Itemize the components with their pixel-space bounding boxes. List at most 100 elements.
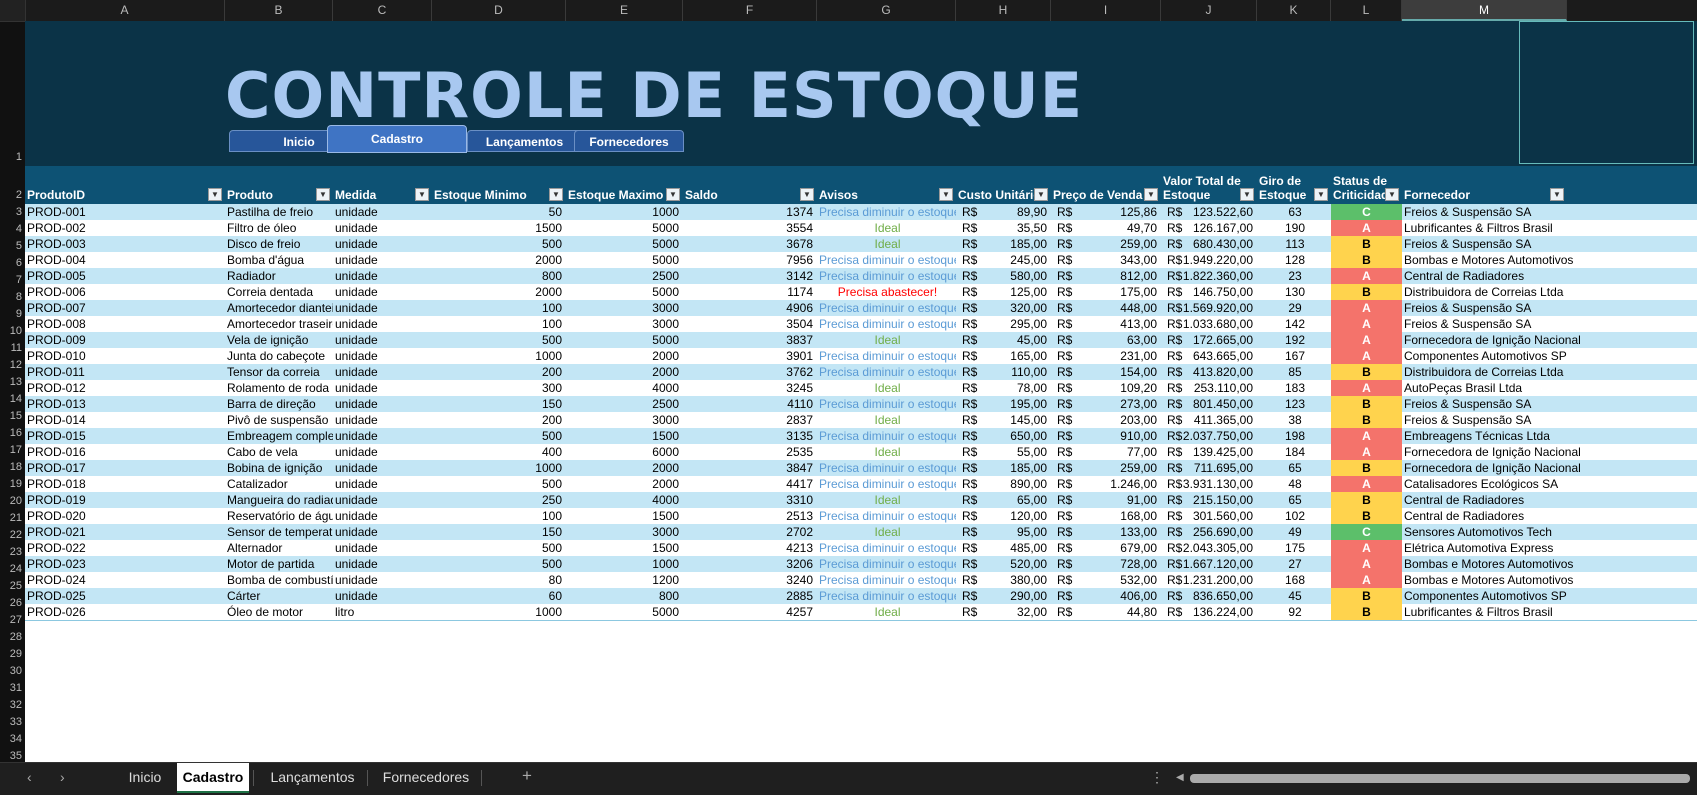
cell-custo[interactable]: R$ 195,00 <box>958 396 1051 412</box>
cell-preco[interactable]: R$ 109,20 <box>1053 380 1161 396</box>
cell-valor[interactable]: R$ 215.150,00 <box>1163 492 1257 508</box>
status-badge[interactable]: A <box>1331 572 1402 588</box>
cell-aviso[interactable]: Precisa diminuir o estoque <box>819 556 956 572</box>
table-row[interactable]: PROD-013 Barra de direção unidade 150 2500 41… <box>25 396 1697 413</box>
cell-max[interactable]: 2000 <box>568 348 683 364</box>
cell-produto[interactable]: Rolamento de roda <box>227 380 333 396</box>
table-row[interactable]: PROD-006 Correia dentada unidade 2000 5000 11… <box>25 284 1697 301</box>
cell-max[interactable]: 1500 <box>568 540 683 556</box>
cell-saldo[interactable]: 3142 <box>685 268 817 284</box>
cell-aviso[interactable]: Ideal <box>819 236 956 252</box>
cell-preco[interactable]: R$ 175,00 <box>1053 284 1161 300</box>
cell-aviso[interactable]: Ideal <box>819 524 956 540</box>
cell-medida[interactable]: unidade <box>335 588 432 604</box>
cell-valor[interactable]: R$ 301.560,00 <box>1163 508 1257 524</box>
cell-medida[interactable]: unidade <box>335 380 432 396</box>
cell-max[interactable]: 1000 <box>568 204 683 220</box>
col-G[interactable]: G <box>817 0 956 21</box>
cell-id[interactable]: PROD-024 <box>27 572 225 588</box>
cell-valor[interactable]: R$ 413.820,00 <box>1163 364 1257 380</box>
cell-aviso[interactable]: Precisa diminuir o estoque <box>819 300 956 316</box>
cell-medida[interactable]: unidade <box>335 220 432 236</box>
cell-medida[interactable]: unidade <box>335 348 432 364</box>
cell-medida[interactable]: unidade <box>335 476 432 492</box>
status-badge[interactable]: B <box>1331 364 1402 380</box>
horizontal-scrollbar[interactable] <box>1190 774 1690 783</box>
cell-aviso[interactable]: Ideal <box>819 604 956 620</box>
cell-giro[interactable]: 65 <box>1259 492 1331 508</box>
cell-fornecedor[interactable]: Embreagens Técnicas Ltda <box>1404 428 1694 444</box>
cell-max[interactable]: 2500 <box>568 268 683 284</box>
status-badge[interactable]: A <box>1331 300 1402 316</box>
cell-fornecedor[interactable]: Componentes Automotivos SP <box>1404 588 1694 604</box>
table-row[interactable]: PROD-005 Radiador unidade 800 2500 3142 Precis… <box>25 268 1697 285</box>
cell-min[interactable]: 500 <box>434 428 566 444</box>
cell-max[interactable]: 3000 <box>568 412 683 428</box>
cell-min[interactable]: 100 <box>434 508 566 524</box>
col-K[interactable]: K <box>1257 0 1331 21</box>
status-badge[interactable]: A <box>1331 220 1402 236</box>
cell-custo[interactable]: R$ 290,00 <box>958 588 1051 604</box>
row-number[interactable]: 17 <box>0 444 25 458</box>
row-number[interactable]: 19 <box>0 478 25 492</box>
cell-giro[interactable]: 192 <box>1259 332 1331 348</box>
cell-fornecedor[interactable]: Central de Radiadores <box>1404 492 1694 508</box>
filter-dropdown-icon[interactable]: ▼ <box>1385 188 1399 201</box>
cell-preco[interactable]: R$ 259,00 <box>1053 236 1161 252</box>
cell-medida[interactable]: unidade <box>335 412 432 428</box>
cell-saldo[interactable]: 2702 <box>685 524 817 540</box>
cell-saldo[interactable]: 3135 <box>685 428 817 444</box>
table-row[interactable]: PROD-011 Tensor da correia unidade 200 2000 3… <box>25 364 1697 381</box>
row-number[interactable]: 13 <box>0 376 25 390</box>
status-badge[interactable]: A <box>1331 316 1402 332</box>
cell-saldo[interactable]: 3837 <box>685 332 817 348</box>
cell-medida[interactable]: unidade <box>335 268 432 284</box>
cell-min[interactable]: 1500 <box>434 220 566 236</box>
cell-fornecedor[interactable]: Freios & Suspensão SA <box>1404 412 1694 428</box>
cell-min[interactable]: 500 <box>434 332 566 348</box>
cell-valor[interactable]: R$ 139.425,00 <box>1163 444 1257 460</box>
cell-giro[interactable]: 167 <box>1259 348 1331 364</box>
status-badge[interactable]: B <box>1331 236 1402 252</box>
cell-preco[interactable]: R$ 343,00 <box>1053 252 1161 268</box>
cell-fornecedor[interactable]: Freios & Suspensão SA <box>1404 396 1694 412</box>
cell-max[interactable]: 2000 <box>568 460 683 476</box>
cell-custo[interactable]: R$ 120,00 <box>958 508 1051 524</box>
cell-fornecedor[interactable]: Distribuidora de Correias Ltda <box>1404 284 1694 300</box>
selected-cell[interactable] <box>1519 21 1694 164</box>
cell-aviso[interactable]: Precisa diminuir o estoque <box>819 540 956 556</box>
cell-valor[interactable]: R$ 836.650,00 <box>1163 588 1257 604</box>
status-badge[interactable]: A <box>1331 380 1402 396</box>
table-row[interactable]: PROD-023 Motor de partida unidade 500 1000 32… <box>25 556 1697 573</box>
cell-min[interactable]: 2000 <box>434 284 566 300</box>
cell-giro[interactable]: 142 <box>1259 316 1331 332</box>
cell-min[interactable]: 200 <box>434 364 566 380</box>
cell-id[interactable]: PROD-014 <box>27 412 225 428</box>
cell-produto[interactable]: Amortecedor traseiro <box>227 316 333 332</box>
cell-giro[interactable]: 128 <box>1259 252 1331 268</box>
cell-giro[interactable]: 65 <box>1259 460 1331 476</box>
cell-aviso[interactable]: Precisa diminuir o estoque <box>819 428 956 444</box>
cell-preco[interactable]: R$ 77,00 <box>1053 444 1161 460</box>
status-badge[interactable]: C <box>1331 524 1402 540</box>
cell-min[interactable]: 800 <box>434 268 566 284</box>
cell-saldo[interactable]: 3240 <box>685 572 817 588</box>
cell-saldo[interactable]: 2885 <box>685 588 817 604</box>
cell-min[interactable]: 300 <box>434 380 566 396</box>
cell-fornecedor[interactable]: Elétrica Automotiva Express <box>1404 540 1694 556</box>
cell-medida[interactable]: unidade <box>335 428 432 444</box>
cell-fornecedor[interactable]: Lubrificantes & Filtros Brasil <box>1404 220 1694 236</box>
col-H[interactable]: H <box>956 0 1051 21</box>
status-badge[interactable]: A <box>1331 332 1402 348</box>
cell-medida[interactable]: unidade <box>335 460 432 476</box>
row-number[interactable]: 9 <box>0 308 25 322</box>
cell-valor[interactable]: R$ 256.690,00 <box>1163 524 1257 540</box>
cell-saldo[interactable]: 2837 <box>685 412 817 428</box>
cell-giro[interactable]: 92 <box>1259 604 1331 620</box>
filter-dropdown-icon[interactable]: ▼ <box>549 188 563 201</box>
cell-custo[interactable]: R$ 35,50 <box>958 220 1051 236</box>
cell-min[interactable]: 400 <box>434 444 566 460</box>
cell-fornecedor[interactable]: Freios & Suspensão SA <box>1404 236 1694 252</box>
nav-lancamentos-button[interactable]: Lançamentos <box>467 130 582 152</box>
cell-valor[interactable]: R$ 1.822.360,00 <box>1163 268 1257 284</box>
